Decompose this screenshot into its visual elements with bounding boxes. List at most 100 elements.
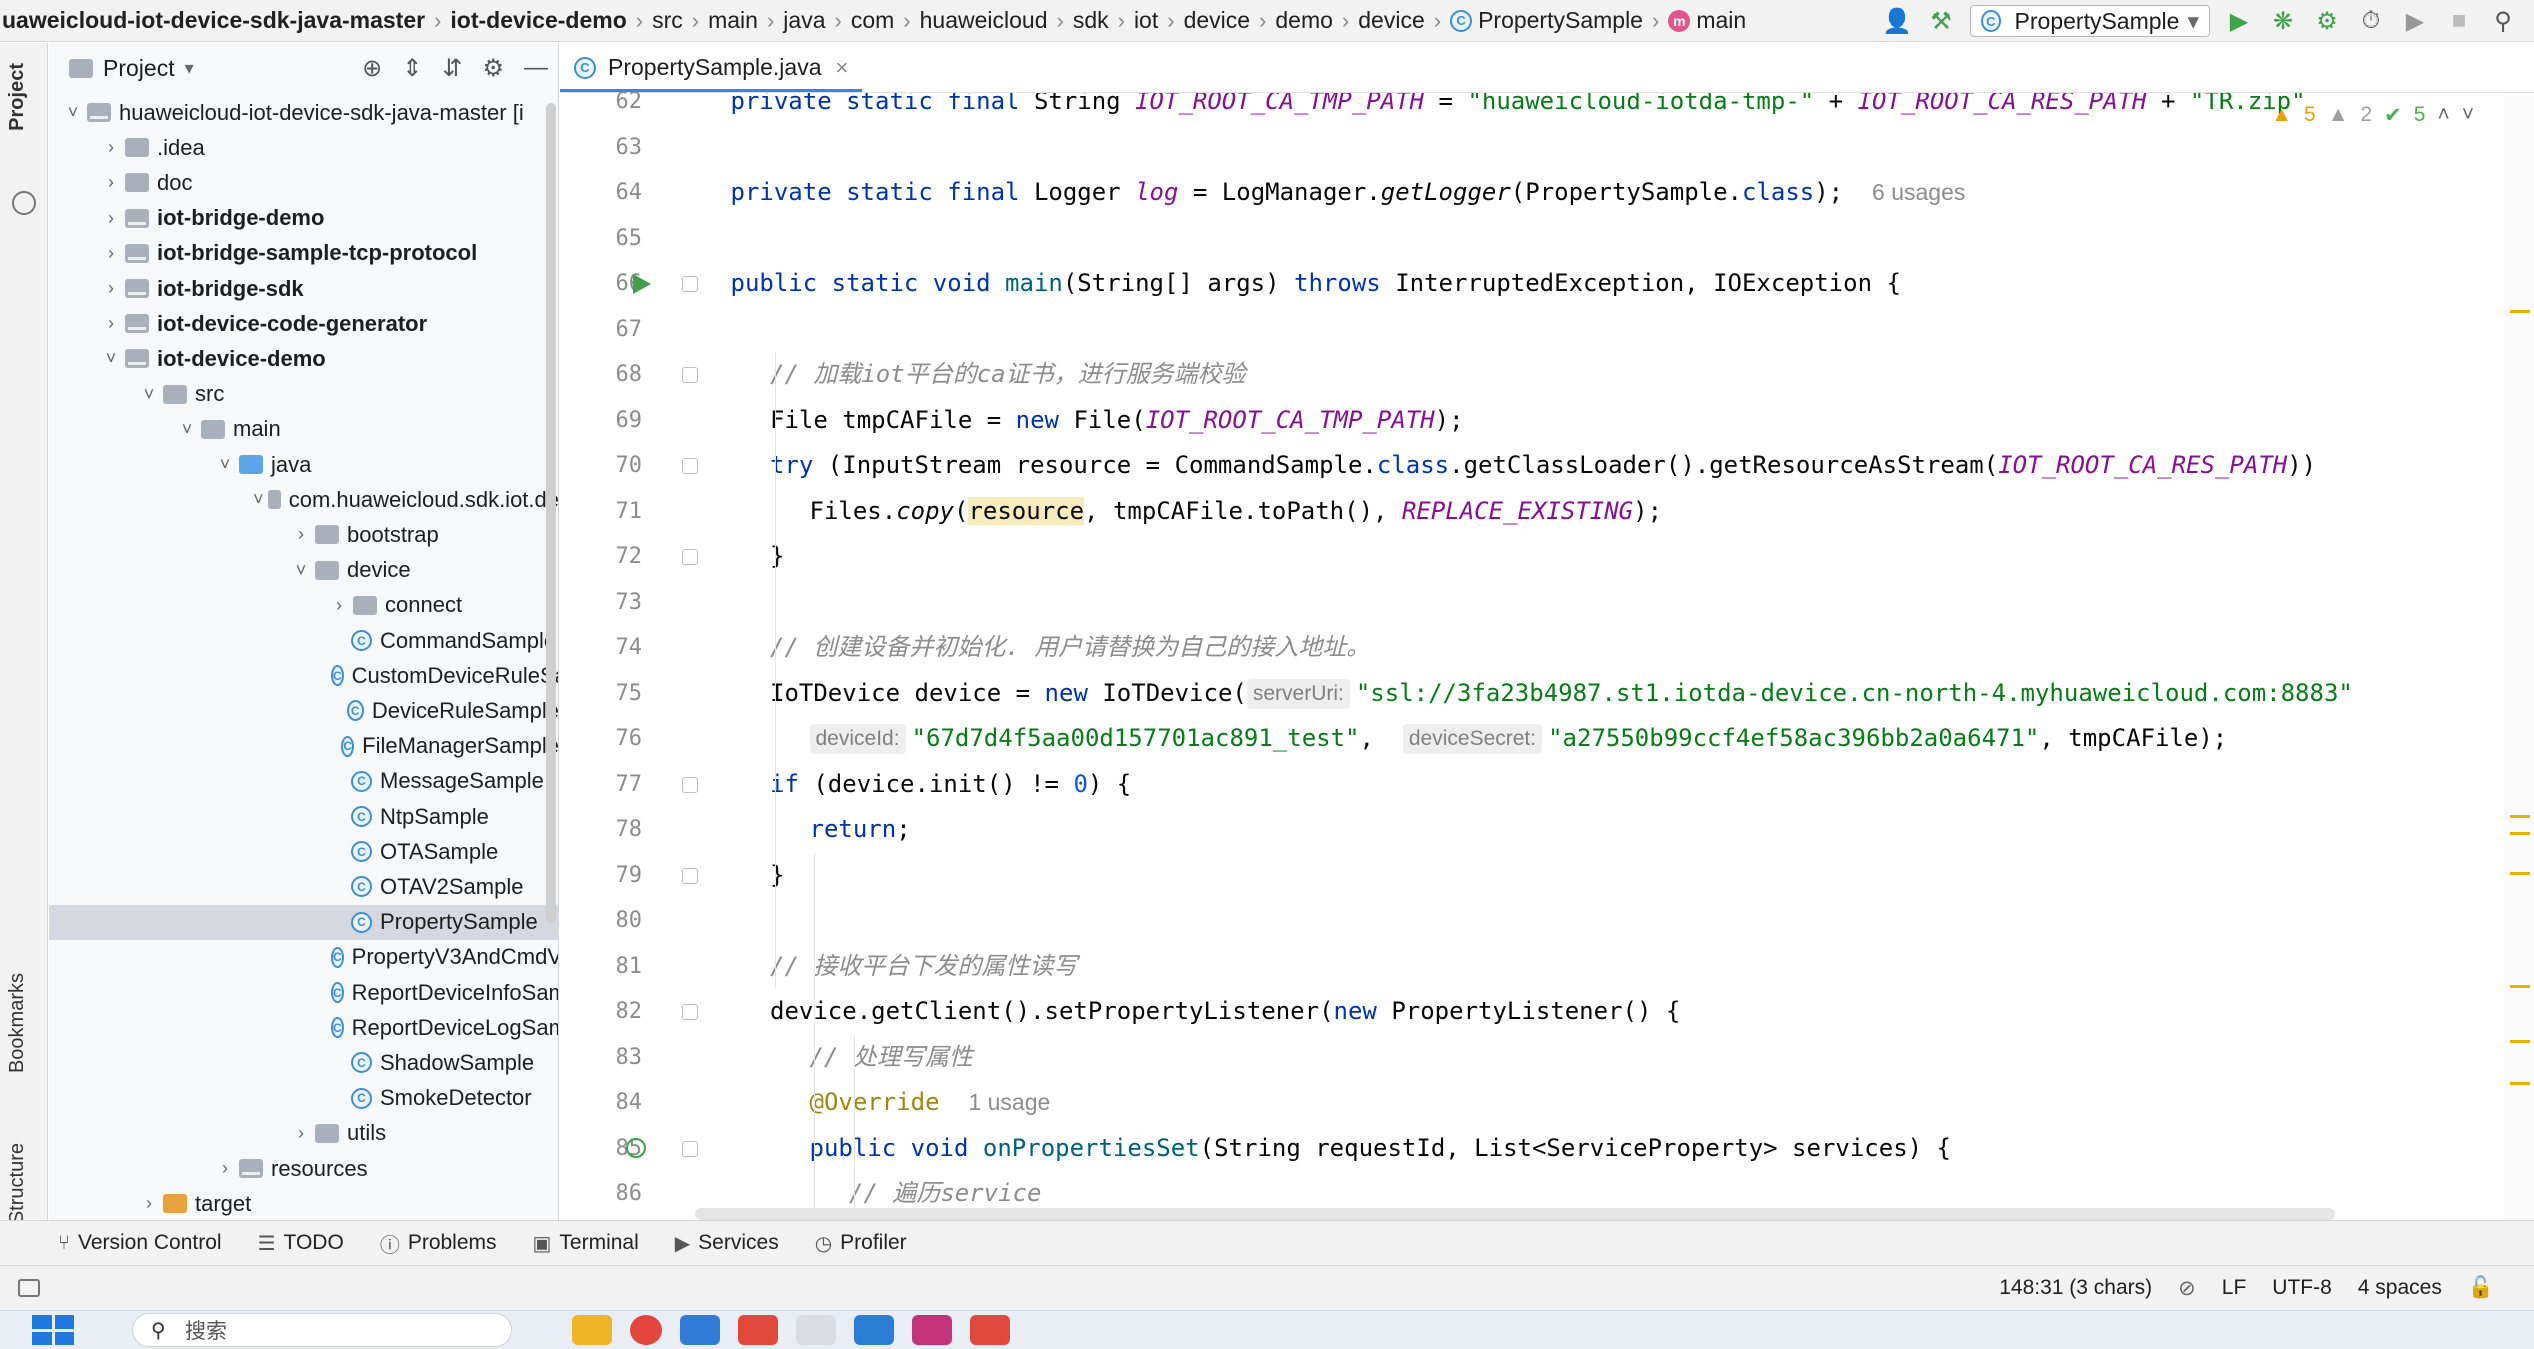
run-icon[interactable]: ▶ xyxy=(2224,6,2254,36)
text-app-icon[interactable] xyxy=(796,1315,836,1345)
tool-tab[interactable]: ▶ Services xyxy=(675,1231,779,1256)
warning-stripe-mark[interactable] xyxy=(2510,1082,2530,1085)
vscode-app-icon[interactable] xyxy=(854,1315,894,1345)
chevron-right-icon[interactable]: › xyxy=(291,524,311,545)
chevron-right-icon[interactable]: › xyxy=(215,1158,235,1179)
breadcrumb-item[interactable]: huaweicloud xyxy=(918,7,1050,34)
chevron-down-icon[interactable]: ˅ xyxy=(253,489,264,510)
usage-hint[interactable]: 6 usages xyxy=(1872,179,1965,205)
implements-gutter-icon[interactable] xyxy=(626,1137,646,1158)
breadcrumb-item[interactable]: sdk xyxy=(1071,7,1111,34)
search-icon[interactable]: ⚲ xyxy=(2488,6,2518,36)
warning-stripe-mark[interactable] xyxy=(2510,985,2530,988)
tree-item[interactable]: C ReportDeviceLogSam xyxy=(49,1010,558,1045)
tree-item[interactable]: C CustomDeviceRuleSa xyxy=(49,658,558,693)
tool-tab[interactable]: ▣ Terminal xyxy=(533,1231,639,1256)
tree-item[interactable]: › resources xyxy=(49,1151,558,1186)
breadcrumb-item[interactable]: iot-device-demo xyxy=(448,7,628,34)
breadcrumb-item[interactable]: uaweicloud-iot-device-sdk-java-master xyxy=(0,7,427,34)
tree-item[interactable]: C NtpSample xyxy=(49,799,558,834)
tool-tab[interactable]: ◷ Profiler xyxy=(815,1231,907,1256)
lock-icon[interactable]: 🔓 xyxy=(2468,1276,2494,1300)
tree-item[interactable]: C OTASample xyxy=(49,834,558,869)
chrome-app-icon[interactable] xyxy=(630,1315,662,1345)
intellij-app-icon[interactable] xyxy=(912,1315,952,1345)
indent-setting[interactable]: 4 spaces xyxy=(2358,1276,2442,1300)
usage-hint[interactable]: 1 usage xyxy=(968,1089,1050,1115)
wps-app-icon[interactable] xyxy=(738,1315,778,1345)
breadcrumb-item[interactable]: com xyxy=(849,7,896,34)
coverage-icon[interactable]: ⚙ xyxy=(2312,6,2342,36)
tree-item[interactable]: › iot-bridge-demo xyxy=(49,201,558,236)
minimize-icon[interactable]: — xyxy=(524,54,548,83)
read-only-icon[interactable]: ⊘ xyxy=(2178,1276,2196,1301)
tree-item[interactable]: C PropertyV3AndCmdV xyxy=(49,940,558,975)
chevron-down-icon[interactable]: ˅ xyxy=(177,419,197,440)
more-run-icon[interactable]: ▶ xyxy=(2400,6,2430,36)
inspection-widget[interactable]: ▲ 5 ▲ 2 ✔ 5 ˄ ˅ xyxy=(2271,103,2474,128)
breadcrumb-item[interactable]: demo xyxy=(1273,7,1335,34)
horizontal-scrollbar[interactable] xyxy=(695,1208,2335,1220)
tree-item[interactable]: ˅ iot-device-demo xyxy=(49,341,558,376)
chevron-down-icon[interactable]: ˅ xyxy=(2462,103,2474,128)
tree-item[interactable]: › target xyxy=(49,1186,558,1220)
line-separator[interactable]: LF xyxy=(2222,1276,2247,1300)
tree-scrollbar[interactable] xyxy=(546,103,556,923)
tree-item[interactable]: C FileManagerSample xyxy=(49,729,558,764)
layout-toggle-icon[interactable] xyxy=(18,1279,40,1297)
tab-bookmarks-vertical[interactable]: Bookmarks xyxy=(6,973,29,1073)
tree-item[interactable]: › iot-bridge-sample-tcp-protocol xyxy=(49,236,558,271)
warning-stripe-mark[interactable] xyxy=(2510,872,2530,875)
store-app-icon[interactable] xyxy=(680,1315,720,1345)
tree-item[interactable]: › iot-bridge-sdk xyxy=(49,271,558,306)
tree-item[interactable]: C PropertySample xyxy=(49,904,558,940)
locate-icon[interactable]: ⊕ xyxy=(362,54,382,83)
tree-item[interactable]: ˅ device xyxy=(49,553,558,588)
chevron-right-icon[interactable]: › xyxy=(101,137,121,158)
tree-item[interactable]: › utils xyxy=(49,1116,558,1151)
tree-item[interactable]: › bootstrap xyxy=(49,517,558,552)
user-icon[interactable]: 👤 xyxy=(1882,6,1912,36)
breadcrumb-item[interactable]: device xyxy=(1356,7,1426,34)
warning-stripe-mark[interactable] xyxy=(2510,1040,2530,1043)
tree-item[interactable]: › iot-device-code-generator xyxy=(49,306,558,341)
chevron-up-icon[interactable]: ˄ xyxy=(2437,103,2449,128)
tree-item[interactable]: ˅ java xyxy=(49,447,558,482)
tree-item[interactable]: C ShadowSample xyxy=(49,1045,558,1080)
tree-item[interactable]: ˅ main xyxy=(49,412,558,447)
editor-gutter[interactable]: 62 63 64 65 66 67 68 69 70 71 72 73 74 75 76 77 78 79 80 81… xyxy=(560,89,698,1220)
breadcrumb-item[interactable]: iot xyxy=(1132,7,1160,34)
tool-tab[interactable]: ⑂ Version Control xyxy=(58,1231,222,1255)
run-configuration-select[interactable]: C PropertySample ▾ xyxy=(1970,5,2210,37)
chevron-down-icon[interactable]: ˅ xyxy=(63,102,83,123)
tree-item[interactable]: ˅ huaweicloud-iot-device-sdk-java-master … xyxy=(49,95,558,130)
gear-icon[interactable]: ⚙ xyxy=(482,54,504,83)
hammer-icon[interactable]: ⚒ xyxy=(1926,6,1956,36)
wps-office-app-icon[interactable] xyxy=(970,1315,1010,1345)
chevron-right-icon[interactable]: › xyxy=(101,172,121,193)
chevron-right-icon[interactable]: › xyxy=(139,1193,159,1214)
chevron-down-icon[interactable]: ˅ xyxy=(215,454,235,475)
expand-all-icon[interactable]: ⇕ xyxy=(402,54,422,83)
tree-item[interactable]: C CommandSample xyxy=(49,623,558,658)
windows-start-icon[interactable] xyxy=(32,1315,74,1345)
tool-tab[interactable]: ☰ TODO xyxy=(258,1231,344,1256)
chevron-right-icon[interactable]: › xyxy=(329,595,349,616)
code-area[interactable]: private static final String IOT_ROOT_CA_… xyxy=(695,93,2504,1220)
caret-position[interactable]: 148:31 (3 chars) xyxy=(1999,1276,2152,1300)
breadcrumb-item[interactable]: java xyxy=(781,7,827,34)
chevron-down-icon[interactable]: ▾ xyxy=(185,58,194,79)
tree-item[interactable]: › connect xyxy=(49,588,558,623)
tab-structure-vertical[interactable]: Structure xyxy=(6,1143,29,1224)
tree-item[interactable]: ˅ src xyxy=(49,377,558,412)
breadcrumb-item[interactable]: main xyxy=(706,7,760,34)
breadcrumb-item[interactable]: C PropertySample xyxy=(1448,7,1645,34)
chevron-right-icon[interactable]: › xyxy=(101,278,121,299)
chevron-down-icon[interactable]: ˅ xyxy=(101,348,121,369)
chevron-right-icon[interactable]: › xyxy=(291,1123,311,1144)
warning-stripe-mark[interactable] xyxy=(2510,832,2530,835)
explorer-app-icon[interactable] xyxy=(572,1315,612,1345)
collapse-all-icon[interactable]: ⇵ xyxy=(442,54,462,83)
breadcrumb-item[interactable]: device xyxy=(1182,7,1252,34)
chevron-down-icon[interactable]: ˅ xyxy=(139,384,159,405)
